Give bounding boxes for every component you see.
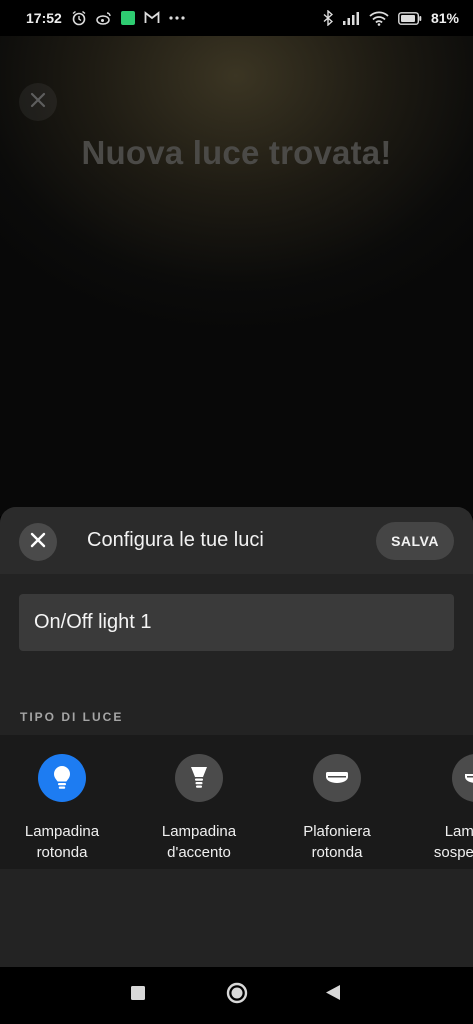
weibo-icon (96, 10, 112, 26)
light-type-label: Lampadina d'accento (161, 823, 237, 861)
battery-percent: 81% (430, 10, 459, 26)
light-type-pendant[interactable]: Lampadasospensione (406, 735, 473, 869)
navigation-bar (0, 967, 473, 1024)
save-button[interactable]: SALVA (376, 522, 454, 560)
clock: 17:52 (26, 10, 62, 26)
more-icon (169, 10, 185, 26)
configure-lights-sheet: Configura le tue luci SALVA On/Off light… (0, 507, 473, 967)
recents-button[interactable] (130, 985, 146, 1005)
signal-icon (342, 10, 360, 26)
wifi-icon (369, 10, 389, 26)
light-type-label: Lampadasospensione (433, 823, 473, 861)
light-type-bulb-accent[interactable]: Lampadina d'accento (129, 735, 269, 869)
bulb-round-icon (38, 754, 86, 802)
light-type-carousel[interactable]: Lampadina rotonda Lampadina d'accento Plaf… (0, 735, 473, 869)
bulb-accent-icon (175, 754, 223, 802)
alarm-icon (71, 10, 87, 26)
recents-icon (131, 985, 145, 1005)
bluetooth-icon (323, 10, 333, 26)
close-button[interactable] (19, 523, 57, 561)
battery-icon (398, 10, 422, 26)
status-bar: 17:52 81% (0, 0, 473, 36)
background-title: Nuova luce trovata! (81, 134, 392, 171)
gmail-icon (144, 10, 160, 26)
close-icon (29, 531, 47, 554)
sheet-title: Configura le tue luci (87, 529, 264, 551)
status-bar-right: 81% (323, 10, 459, 26)
light-type-label: Plafoniera rotonda (303, 823, 371, 861)
close-icon (29, 91, 47, 114)
light-type-ceiling-round[interactable]: Plafoniera rotonda (267, 735, 407, 869)
section-label: TIPO DI LUCE (20, 710, 124, 724)
sheet-header: Configura le tue luci SALVA (0, 507, 473, 574)
light-type-label: Lampadina rotonda (24, 823, 100, 861)
light-type-bulb-round[interactable]: Lampadina rotonda (0, 735, 132, 869)
pendant-icon (452, 754, 473, 802)
home-icon (226, 982, 248, 1009)
status-bar-left: 17:52 (26, 10, 185, 26)
light-name-field[interactable]: On/Off light 1 (19, 594, 454, 651)
evernote-icon (120, 10, 135, 26)
background-screen: Nuova luce trovata! (0, 36, 473, 516)
background-close-button[interactable] (19, 83, 57, 121)
back-icon (325, 984, 341, 1006)
home-button[interactable] (225, 982, 249, 1009)
ceiling-round-icon (313, 754, 361, 802)
back-button[interactable] (324, 984, 342, 1006)
